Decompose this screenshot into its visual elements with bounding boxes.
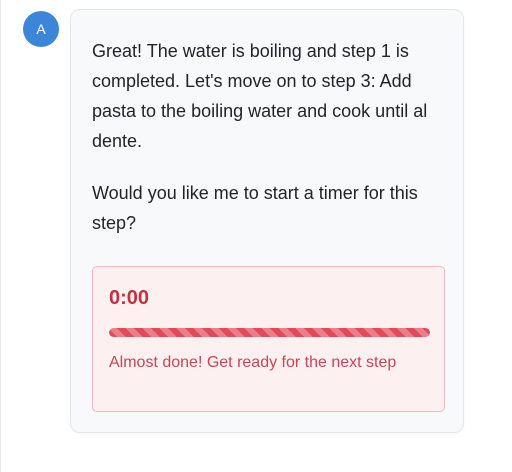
timer-card: 0:00 Almost done! Get ready for the next… — [92, 266, 445, 412]
page-edge-divider — [0, 0, 1, 472]
assistant-avatar: A — [23, 11, 59, 47]
assistant-message-bubble: Great! The water is boiling and step 1 i… — [70, 9, 464, 433]
timer-value: 0:00 — [109, 287, 150, 309]
timer-progress-bar — [109, 328, 430, 337]
timer-status-message: Almost done! Get ready for the next step — [109, 354, 397, 371]
message-paragraph-step-update: Great! The water is boiling and step 1 i… — [92, 41, 428, 151]
timer-progress-fill — [109, 328, 430, 337]
message-paragraph-timer-question: Would you like me to start a timer for t… — [92, 183, 418, 233]
chat-page: A Great! The water is boiling and step 1… — [0, 0, 512, 472]
